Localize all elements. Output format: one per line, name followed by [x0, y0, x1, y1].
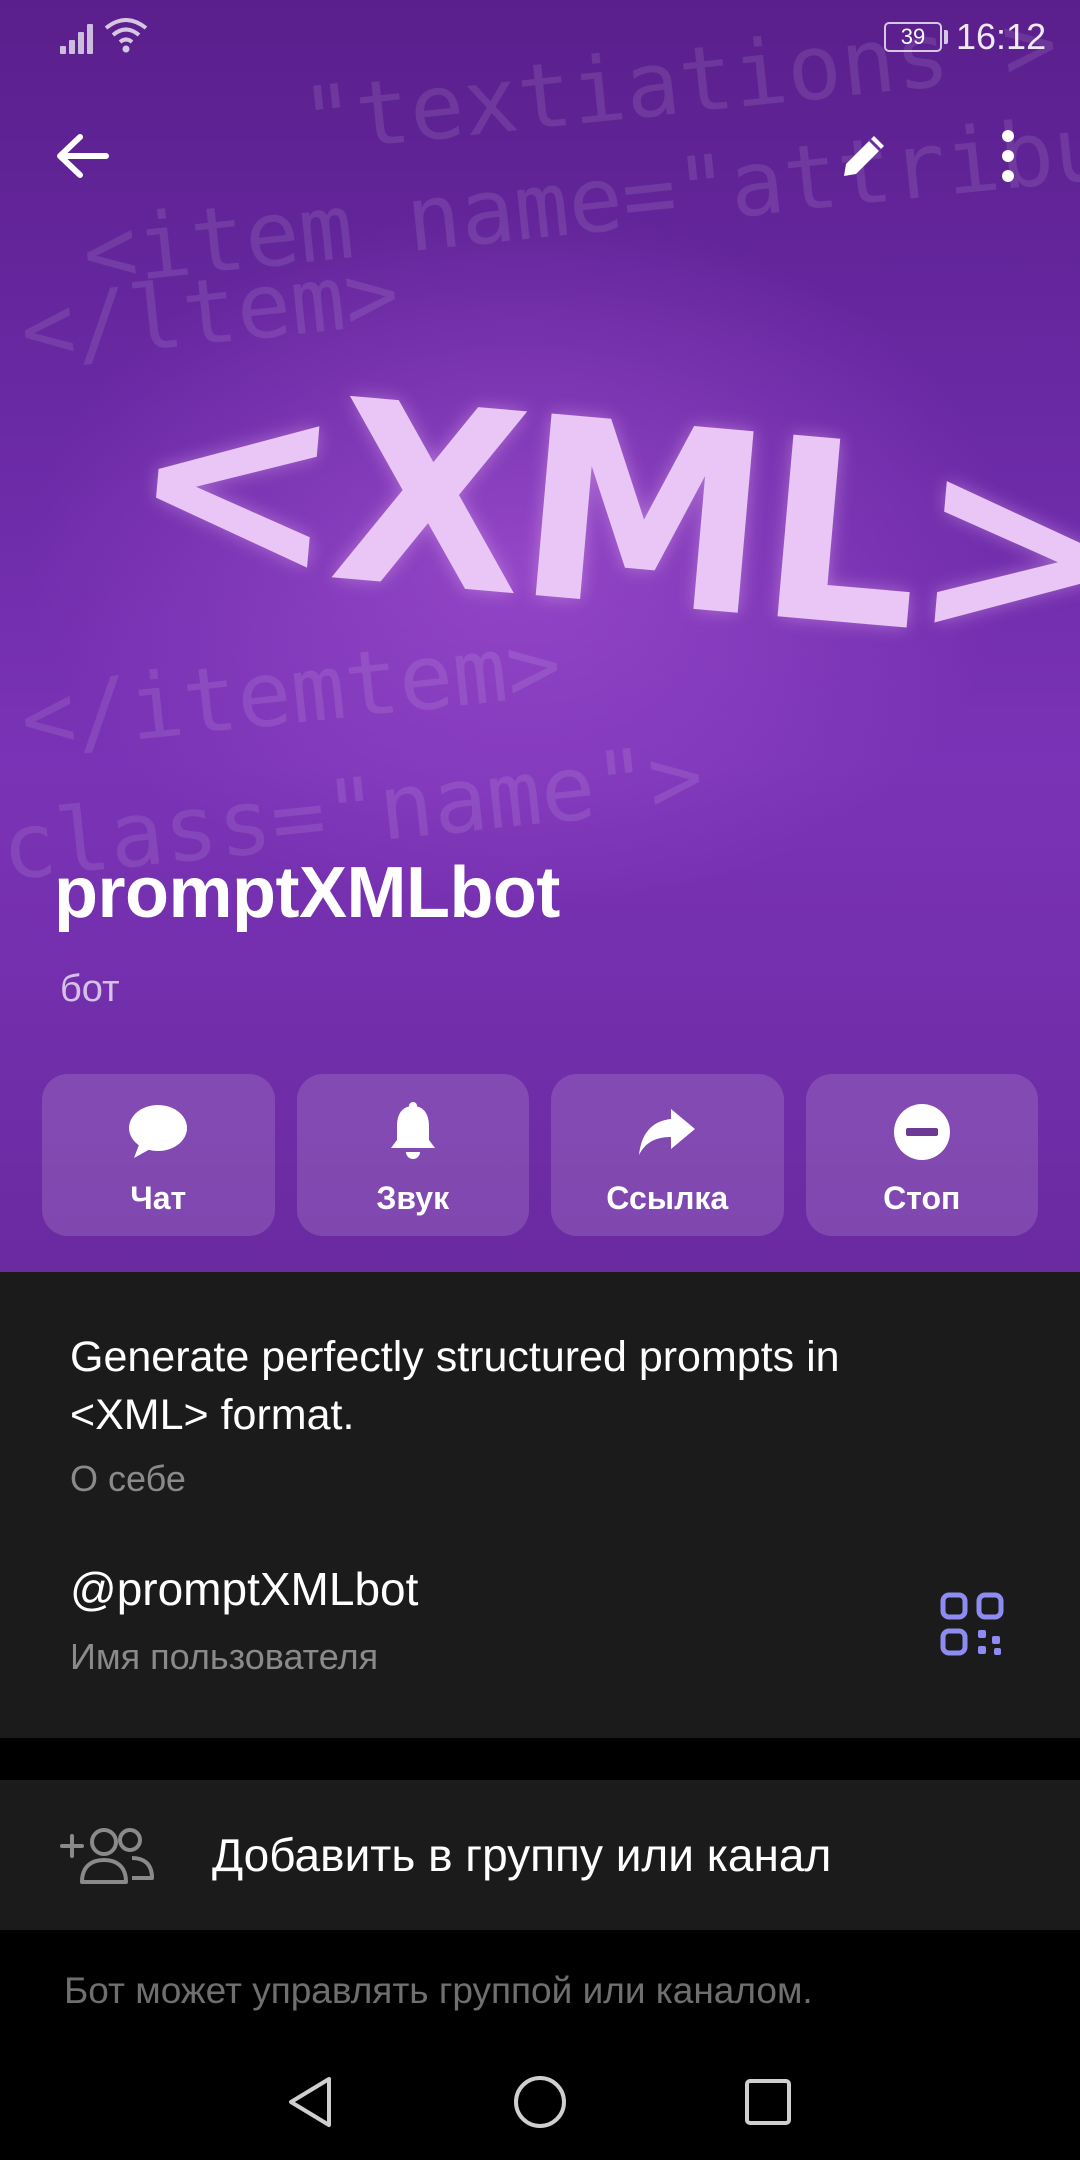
square-recents-icon — [745, 2079, 791, 2125]
clock: 16:12 — [956, 16, 1047, 57]
pencil-icon — [844, 136, 884, 176]
xml-hero-image-text: <XML> — [118, 327, 1080, 705]
add-user-group-icon — [60, 1822, 156, 1888]
add-to-group-button[interactable]: Добавить в группу или канал — [0, 1780, 1080, 1930]
triangle-back-icon — [289, 2077, 331, 2127]
section-divider — [0, 1738, 1080, 1780]
battery-tip — [944, 30, 948, 44]
username-label: Имя пользователя — [70, 1636, 379, 1677]
back-button[interactable] — [42, 116, 122, 196]
chat-button-label: Чат — [130, 1180, 187, 1216]
stop-icon — [892, 1102, 952, 1162]
chat-bubble-icon — [128, 1102, 188, 1162]
qr-code-button[interactable] — [940, 1592, 1004, 1656]
bot-info-section: Generate perfectly structured prompts in… — [0, 1272, 1080, 1738]
username-value[interactable]: @promptXMLbot — [70, 1562, 418, 1616]
more-options-button[interactable] — [968, 116, 1048, 196]
share-link-button[interactable]: Ссылка — [551, 1074, 784, 1236]
action-buttons: Чат Звук Ссылка Стоп — [42, 1074, 1038, 1236]
add-to-group-label: Добавить в группу или канал — [212, 1829, 832, 1881]
stop-button[interactable]: Стоп — [805, 1074, 1038, 1236]
profile-header: "textiations > <item name="attribute" </… — [0, 0, 1080, 1272]
arrow-left-icon — [57, 134, 109, 178]
circle-home-icon — [514, 2076, 566, 2128]
edit-button[interactable] — [824, 116, 904, 196]
nav-recents-button[interactable] — [736, 2070, 800, 2134]
more-vertical-icon — [1002, 130, 1014, 182]
about-label: О себе — [70, 1458, 186, 1499]
admin-hint-text: Бот может управлять группой или каналом. — [64, 1970, 813, 2011]
share-arrow-icon — [637, 1102, 697, 1162]
sound-button[interactable]: Звук — [296, 1074, 529, 1236]
chat-button[interactable]: Чат — [42, 1074, 275, 1236]
sound-button-label: Звук — [376, 1180, 450, 1216]
profile-name: promptXMLbot — [54, 853, 560, 933]
system-navigation-bar — [0, 2040, 1080, 2160]
wifi-icon — [104, 16, 148, 54]
bell-icon — [383, 1102, 443, 1162]
signal-icon — [60, 20, 96, 54]
nav-home-button[interactable] — [508, 2070, 572, 2134]
battery-icon: 39 — [884, 22, 942, 52]
stop-button-label: Стоп — [883, 1180, 961, 1216]
qr-code-icon — [940, 1592, 1004, 1656]
share-link-button-label: Ссылка — [606, 1180, 729, 1216]
profile-type: бот — [60, 968, 120, 1010]
status-bar: 39 16:12 — [0, 0, 1080, 76]
nav-back-button[interactable] — [278, 2070, 342, 2134]
about-text[interactable]: Generate perfectly structured prompts in… — [70, 1328, 970, 1444]
